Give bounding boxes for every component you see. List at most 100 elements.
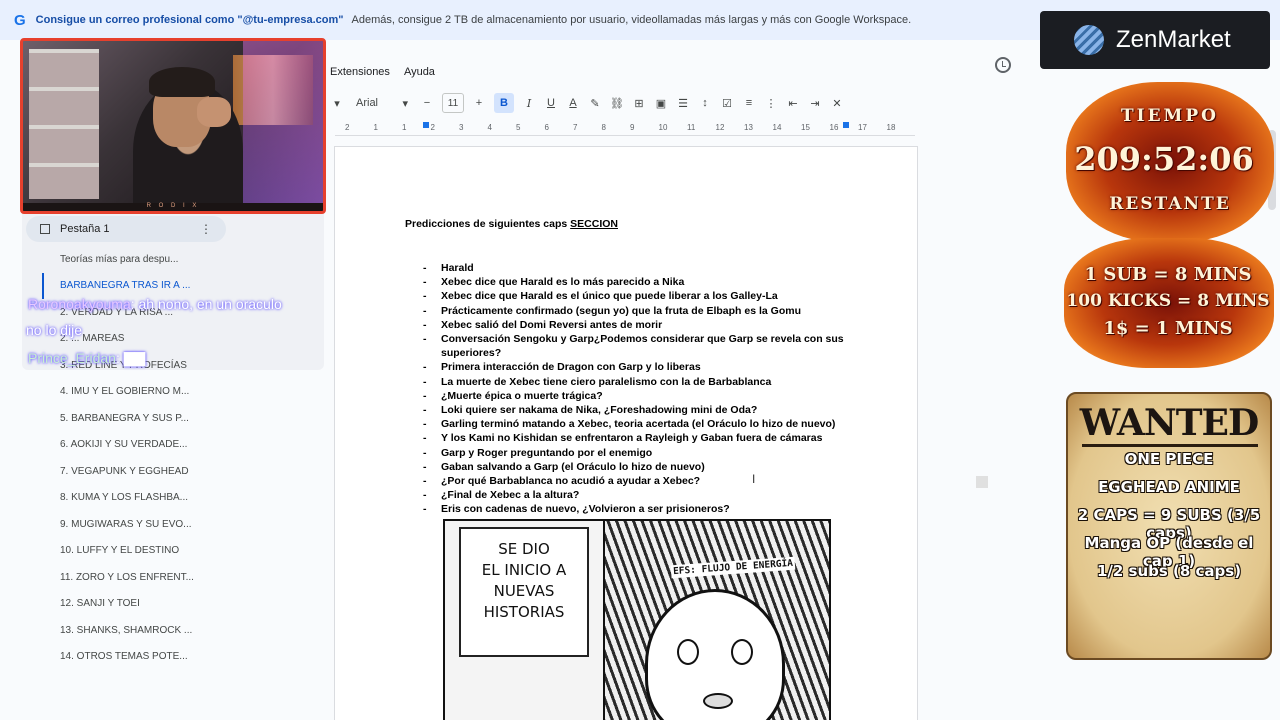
outline-item[interactable]: 10. LUFFY Y EL DESTINO — [22, 538, 322, 565]
align-icon[interactable]: ☰ — [676, 93, 690, 113]
outline-item[interactable]: 13. SHANKS, SHAMROCK ... — [22, 617, 322, 644]
menu-extensions[interactable]: Extensiones — [330, 66, 390, 78]
caption-line: SE DIO — [498, 540, 550, 558]
chat-message-2: Prince_Eridan: ▇▇ — [28, 350, 145, 367]
italic-button[interactable]: I — [522, 93, 536, 113]
list-item[interactable]: Xebec dice que Harald es lo más parecido… — [423, 275, 853, 289]
streamer-hair — [149, 67, 215, 97]
webcam-overlay: R O D I X — [20, 38, 326, 214]
outline-item[interactable]: 6. AOKIJI Y SU VERDADE... — [22, 432, 322, 459]
wanted-poster: WANTED ONE PIECE EGGHEAD ANIME 2 CAPS = … — [1066, 392, 1272, 660]
decrease-indent-icon[interactable]: ⇤ — [786, 93, 800, 113]
rule-dollar: 1$ = 1 MINS — [1103, 318, 1233, 339]
ruler-tick-label: 13 — [744, 123, 753, 132]
decrease-font-button[interactable]: − — [420, 93, 434, 113]
text-color-button[interactable]: A — [566, 93, 580, 113]
banner-details: Además, consigue 2 TB de almacenamiento … — [351, 14, 912, 26]
right-indent-marker[interactable] — [843, 122, 849, 128]
document-page[interactable]: Predicciones de siguientes caps SECCION … — [334, 146, 918, 720]
banner-headline[interactable]: Consigue un correo profesional como "@tu… — [36, 14, 344, 26]
clear-formatting-icon[interactable]: ✕ — [830, 93, 844, 113]
font-name: Arial — [356, 97, 379, 109]
outline-item[interactable]: 11. ZORO Y LOS ENFRENT... — [22, 564, 322, 591]
list-item[interactable]: Eris con cadenas de nuevo, ¿Volvieron a … — [423, 502, 853, 516]
list-item[interactable]: ¿Final de Xebec a la altura? — [423, 488, 853, 502]
outline-item[interactable]: 14. OTROS TEMAS POTE... — [22, 644, 322, 671]
list-item[interactable]: ¿Por qué Barbablanca no acudió a ayudar … — [423, 474, 853, 488]
manga-mouth — [703, 693, 733, 709]
menu-bar: Extensiones Ayuda — [330, 66, 435, 78]
highlight-icon[interactable]: ✎ — [588, 93, 602, 113]
left-indent-marker[interactable] — [423, 122, 429, 128]
ruler-tick-label: 4 — [487, 123, 492, 132]
document-heading[interactable]: Predicciones de siguientes caps SECCION — [405, 218, 618, 230]
checklist-icon[interactable]: ☑ — [720, 93, 734, 113]
chat-message-1: Roronoakyouma: ah nono, en un oraculo — [28, 296, 282, 312]
list-item[interactable]: Gaban salvando a Garp (el Oráculo lo hiz… — [423, 460, 853, 474]
font-select[interactable]: Arial ▾ — [352, 93, 412, 113]
more-options-icon[interactable]: ⋮ — [200, 222, 212, 236]
top-icons — [995, 55, 1035, 75]
timer-sub: RESTANTE — [1109, 194, 1231, 214]
font-size-input[interactable]: 11 — [442, 93, 464, 113]
zenmarket-sponsor-badge: ZenMarket — [1040, 11, 1270, 69]
ruler-tick-label: 9 — [630, 123, 635, 132]
webcam-name-tag: R O D I X — [23, 203, 323, 211]
document-outline-sidebar: Pestaña 1 ⋮ Teorías mías para despu... B… — [22, 206, 330, 720]
chat-message-1-cont: no lo dije — [26, 322, 83, 338]
ruler-tick-label: 14 — [772, 123, 782, 132]
line-spacing-icon[interactable]: ↕ — [698, 93, 712, 113]
menu-help[interactable]: Ayuda — [404, 66, 435, 78]
manga-eye — [677, 639, 699, 665]
screen: G Consigue un correo profesional como "@… — [0, 0, 1280, 720]
version-history-icon[interactable] — [995, 57, 1011, 73]
list-item[interactable]: Prácticamente confirmado (segun yo) que … — [423, 304, 853, 318]
prediction-list[interactable]: Harald Xebec dice que Harald es lo más p… — [423, 261, 853, 517]
manga-panel-image[interactable]: SE DIO EL INICIO A NUEVAS HISTORIAS EFS:… — [443, 519, 831, 720]
list-item[interactable]: Garling terminó matando a Xebec, teoria … — [423, 417, 853, 431]
underline-button[interactable]: U — [544, 93, 558, 113]
outline-item[interactable]: 4. IMU Y EL GOBIERNO M... — [22, 379, 322, 406]
bold-button[interactable]: B — [494, 93, 514, 113]
increase-indent-icon[interactable]: ⇥ — [808, 93, 822, 113]
list-item[interactable]: Conversación Sengoku y Garp¿Podemos cons… — [423, 332, 853, 360]
list-item[interactable]: Harald — [423, 261, 853, 275]
outline-item[interactable]: 5. BARBANEGRA Y SUS P... — [22, 405, 322, 432]
scroll-marker[interactable] — [976, 476, 988, 488]
increase-font-button[interactable]: + — [472, 93, 486, 113]
list-item[interactable]: Primera interacción de Dragon con Garp y… — [423, 360, 853, 374]
zenmarket-brand: ZenMarket — [1116, 26, 1231, 53]
link-icon[interactable]: ⛓ — [610, 93, 624, 113]
outline-item[interactable]: Teorías mías para despu... — [22, 246, 322, 273]
image-icon[interactable]: ▣ — [654, 93, 668, 113]
streamer-hand — [197, 97, 231, 127]
webcam-shelf — [29, 49, 99, 199]
list-item[interactable]: La muerte de Xebec tiene ciero paralelis… — [423, 375, 853, 389]
styles-dropdown-icon[interactable]: ▾ — [330, 93, 344, 113]
ruler-tick-label: 3 — [459, 123, 464, 132]
numbered-list-icon[interactable]: ⋮ — [764, 93, 778, 113]
list-item[interactable]: Xebec dice que Harald es el único que pu… — [423, 289, 853, 303]
outline-item[interactable]: 9. MUGIWARAS Y SU EVO... — [22, 511, 322, 538]
document-icon — [40, 224, 50, 234]
list-item[interactable]: Y los Kami no Kishidan se enfrentaron a … — [423, 431, 853, 445]
ruler[interactable]: 2 1 1 2 3 4 5 6 7 8 9 10 11 12 13 14 15 16 17 18 — [335, 120, 915, 136]
outline-item[interactable]: 8. KUMA Y LOS FLASHBA... — [22, 485, 322, 512]
list-item[interactable]: Loki quiere ser nakama de Nika, ¿Foresha… — [423, 403, 853, 417]
outline-item[interactable]: 12. SANJI Y TOEI — [22, 591, 322, 618]
heading-text: Predicciones de siguientes caps — [405, 218, 571, 230]
comment-icon[interactable]: ⊞ — [632, 93, 646, 113]
list-item[interactable]: ¿Muerte épica o muerte trágica? — [423, 389, 853, 403]
chevron-down-icon: ▾ — [402, 97, 408, 110]
list-item[interactable]: Xebec salió del Domi Reversi antes de mo… — [423, 318, 853, 332]
bulleted-list-icon[interactable]: ≡ — [742, 93, 756, 113]
rule-sub: 1 SUB = 8 MINS — [1084, 264, 1252, 285]
ruler-tick-label: 7 — [573, 123, 578, 132]
ruler-tick-label: 15 — [801, 123, 810, 132]
ruler-tick-label: 11 — [687, 123, 696, 132]
ruler-tick-label: 8 — [601, 123, 606, 132]
list-item[interactable]: Garp y Roger preguntando por el enemigo — [423, 446, 853, 460]
outline-item[interactable]: 7. VEGAPUNK Y EGGHEAD — [22, 458, 322, 485]
manga-eye — [731, 639, 753, 665]
tab-pestana-1[interactable]: Pestaña 1 ⋮ — [26, 216, 226, 242]
